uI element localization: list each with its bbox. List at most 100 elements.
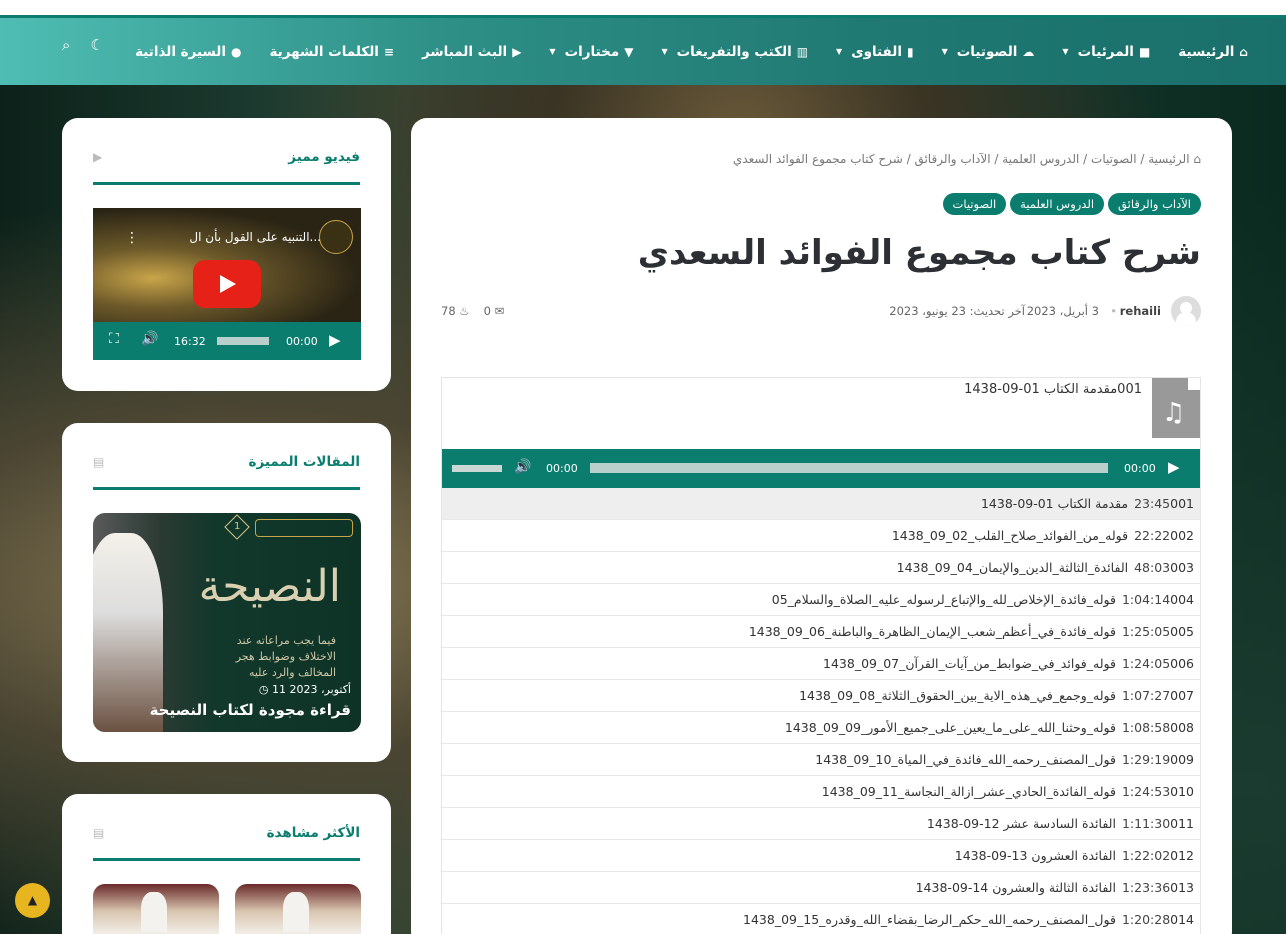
youtube-play-button[interactable]	[193, 260, 261, 308]
breadcrumb-item[interactable]: الدروس العلمية	[1002, 152, 1079, 166]
nav-item-5[interactable]: ▼ مختارات ▼	[549, 44, 633, 60]
home-icon: ⌂	[1193, 152, 1201, 166]
widget-underline	[93, 487, 360, 490]
fire-icon: ♨	[459, 304, 470, 318]
play-button[interactable]: ▶	[1168, 458, 1180, 476]
playlist-track[interactable]: 22:22002قوله_من_الفوائد_صلاح_القلب_02_09…	[442, 520, 1200, 552]
nav-item-7[interactable]: ≡ الكلمات الشهرية	[269, 44, 394, 60]
nav-item-label: الرئيسية	[1178, 43, 1235, 60]
volume-slider[interactable]	[452, 465, 502, 472]
widget-underline	[93, 858, 360, 861]
post-thumbnail[interactable]	[235, 884, 361, 934]
video-player[interactable]: التنبيه على القول بأن ال... ⋮ ▶ 00:00 16…	[93, 208, 361, 360]
playlist-track[interactable]: 1:29:19009قول_المصنف_رحمه_الله_فائدة_في_…	[442, 744, 1200, 776]
playlist-track[interactable]: 1:08:58008قوله_وحثنا_الله_على_ما_يعين_عل…	[442, 712, 1200, 744]
track-duration: 1:04:14	[1121, 592, 1171, 607]
featured-post-card[interactable]: 1 النصيحة فيما يجب مراعاته عند الاختلاف …	[93, 513, 361, 732]
nav-item-label: الكلمات الشهرية	[269, 43, 379, 60]
play-button[interactable]: ▶	[329, 331, 341, 349]
youtube-icon: ▶	[512, 44, 522, 59]
playlist-header: ♫ 001مقدمة الكتاب 01-09-1438	[442, 378, 1200, 449]
user-icon: ●	[230, 44, 242, 59]
nav-item-6[interactable]: ▶ البث المباشر	[422, 44, 521, 60]
scroll-to-top-button[interactable]: ▲	[15, 883, 50, 918]
post-title: شرح كتاب مجموع الفوائد السعدي	[637, 233, 1201, 273]
track-duration: 1:07:27	[1121, 688, 1171, 703]
author-avatar[interactable]	[1171, 296, 1201, 326]
breadcrumb-home[interactable]: ⌂ الرئيسية	[1148, 152, 1201, 166]
nav-item-label: الكتب والتفريغات	[676, 43, 792, 60]
updated-date: آخر تحديث: 23 يونيو، 2023	[889, 304, 1025, 318]
chevron-down-icon: ▼	[941, 47, 948, 56]
nav-item-3[interactable]: ▮ الفتاوى ▼	[836, 44, 914, 60]
more-options-icon[interactable]: ⋮	[125, 230, 139, 246]
post-thumbnail[interactable]	[93, 884, 219, 934]
track-duration: 1:24:53	[1121, 784, 1171, 799]
playlist-track[interactable]: 1:07:27007قوله_وجمع_في_هذه_الاية_بين_الح…	[442, 680, 1200, 712]
post-date: ◷ 11 أكتوبر، 2023	[258, 683, 351, 696]
mute-button[interactable]: 🔊	[514, 459, 531, 475]
seek-bar[interactable]	[590, 463, 1108, 473]
book-icon: ▮	[906, 44, 914, 59]
playlist-track[interactable]: 1:22:02012الفائدة العشرون 13-09-1438	[442, 840, 1200, 872]
category-tag[interactable]: الآداب والرقائق	[1108, 193, 1201, 215]
widget-underline	[93, 182, 360, 185]
nav-item-label: الصوتيات	[956, 43, 1018, 60]
clock-icon: ◷	[258, 683, 269, 696]
playlist-track[interactable]: 1:23:36013الفائدة الثالثة والعشرون 14-09…	[442, 872, 1200, 904]
nav-item-1[interactable]: ■ المرئيات ▼	[1062, 44, 1150, 60]
search-icon[interactable]: ⌕	[62, 36, 70, 54]
featured-articles-widget: المقالات المميزة ▤ 1 النصيحة فيما يجب مر…	[62, 423, 391, 762]
breadcrumb-separator: /	[1136, 152, 1149, 166]
track-list: 23:45001مقدمة الكتاب 01-09-1438 22:22002ق…	[442, 488, 1200, 934]
author-link[interactable]: rehaili	[1120, 304, 1161, 318]
top-strip	[0, 0, 1286, 18]
nav-tools: ☾ ⌕	[62, 36, 104, 54]
nav-item-4[interactable]: ▥ الكتب والتفريغات ▼	[661, 44, 808, 60]
nav-item-label: البث المباشر	[421, 43, 508, 60]
video-seek-bar[interactable]	[217, 337, 269, 345]
fullscreen-icon[interactable]: ⛶	[109, 331, 119, 347]
nav-item-label: السيرة الذاتية	[135, 43, 226, 60]
nav-item-label: مختارات	[564, 43, 620, 60]
post-stats: 78 ♨ 0 ✉	[441, 304, 504, 318]
main-navigation: ⌂ الرئيسية ■ المرئيات ▼ ☁ الصوتيات ▼ ▮ الفتاوى ▼ ▥ ا…	[0, 18, 1286, 85]
nav-item-0[interactable]: ⌂ الرئيسية	[1178, 44, 1248, 60]
channel-logo[interactable]	[319, 220, 353, 254]
playlist-track[interactable]: 1:11:30011الفائدة السادسة عشر 12-09-1438	[442, 808, 1200, 840]
widget-title: فيديو مميز	[288, 149, 360, 165]
cover-title: النصيحة	[198, 561, 341, 612]
current-track-title: 001مقدمة الكتاب 01-09-1438	[964, 382, 1142, 397]
track-duration: 1:25:05	[1121, 624, 1171, 639]
breadcrumb-item[interactable]: الآداب والرقائق	[914, 152, 990, 166]
playlist-track[interactable]: 1:04:14004قوله_فائدة_الإخلاص_لله_والإتبا…	[442, 584, 1200, 616]
video-title[interactable]: التنبيه على القول بأن ال...	[189, 230, 321, 244]
featured-post-title[interactable]: قراءة مجودة لكتاب النصيحة	[150, 701, 351, 719]
mute-button[interactable]: 🔊	[141, 331, 158, 347]
audio-controls: 🔊 00:00 00:00 ▶	[442, 449, 1200, 488]
playlist-track[interactable]: 1:25:05005قوله_فائدة_في_أعظم_شعب_الإيمان…	[442, 616, 1200, 648]
comments-count[interactable]: 0 ✉	[484, 304, 505, 318]
track-duration: 1:22:02	[1121, 848, 1171, 863]
breadcrumb-item: شرح كتاب مجموع الفوائد السعدي	[732, 152, 903, 166]
category-tag[interactable]: الصوتيات	[942, 193, 1007, 215]
video-duration: 16:32	[174, 335, 206, 348]
track-duration: 23:45	[1134, 496, 1171, 511]
playlist-track[interactable]: 48:03003الفائدة_الثالثة_الدين_والإيمان_0…	[442, 552, 1200, 584]
nav-item-2[interactable]: ☁ الصوتيات ▼	[942, 44, 1035, 60]
bookmark-icon: ▼	[624, 44, 634, 59]
category-tag[interactable]: الدروس العلمية	[1010, 193, 1105, 215]
cloud-icon: ☁	[1022, 44, 1035, 59]
moon-icon[interactable]: ☾	[90, 36, 103, 54]
video-camera-icon: ■	[1138, 44, 1151, 59]
nav-item-8[interactable]: ● السيرة الذاتية	[135, 44, 241, 60]
audio-playlist: ♫ 001مقدمة الكتاب 01-09-1438 🔊 00:00 00:…	[441, 377, 1201, 934]
playlist-track[interactable]: 1:24:05006قوله_فوائد_في_ضوابط_من_آيات_ال…	[442, 648, 1200, 680]
playlist-track[interactable]: 23:45001مقدمة الكتاب 01-09-1438	[442, 488, 1200, 520]
playlist-track[interactable]: 1:20:28014قول_المصنف_رحمه_الله_حكم_الرضا…	[442, 904, 1200, 934]
meta-separator: •	[1110, 304, 1117, 318]
breadcrumb-separator: /	[990, 152, 1003, 166]
playlist-track[interactable]: 1:24:53010قوله_الفائدة_الحادي_عشر_ازالة_…	[442, 776, 1200, 808]
time-total: 00:00	[1124, 462, 1156, 475]
breadcrumb-item[interactable]: الصوتيات	[1091, 152, 1137, 166]
